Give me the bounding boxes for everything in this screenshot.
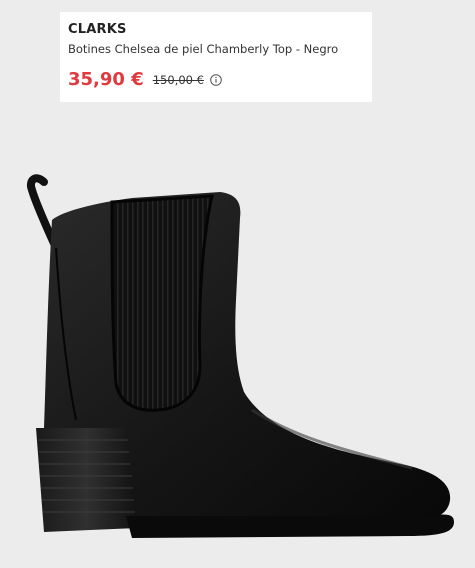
product-info-card[interactable]: CLARKS Botines Chelsea de piel Chamberly…	[60, 12, 372, 102]
product-image[interactable]	[22, 170, 462, 560]
info-icon[interactable]	[210, 74, 222, 86]
price-row: 35,90 € 150,00 €	[68, 69, 364, 91]
original-price: 150,00 €	[152, 73, 204, 87]
sale-price: 35,90 €	[68, 69, 144, 90]
brand-name: CLARKS	[68, 22, 127, 37]
product-title[interactable]: Botines Chelsea de piel Chamberly Top - …	[68, 42, 364, 57]
